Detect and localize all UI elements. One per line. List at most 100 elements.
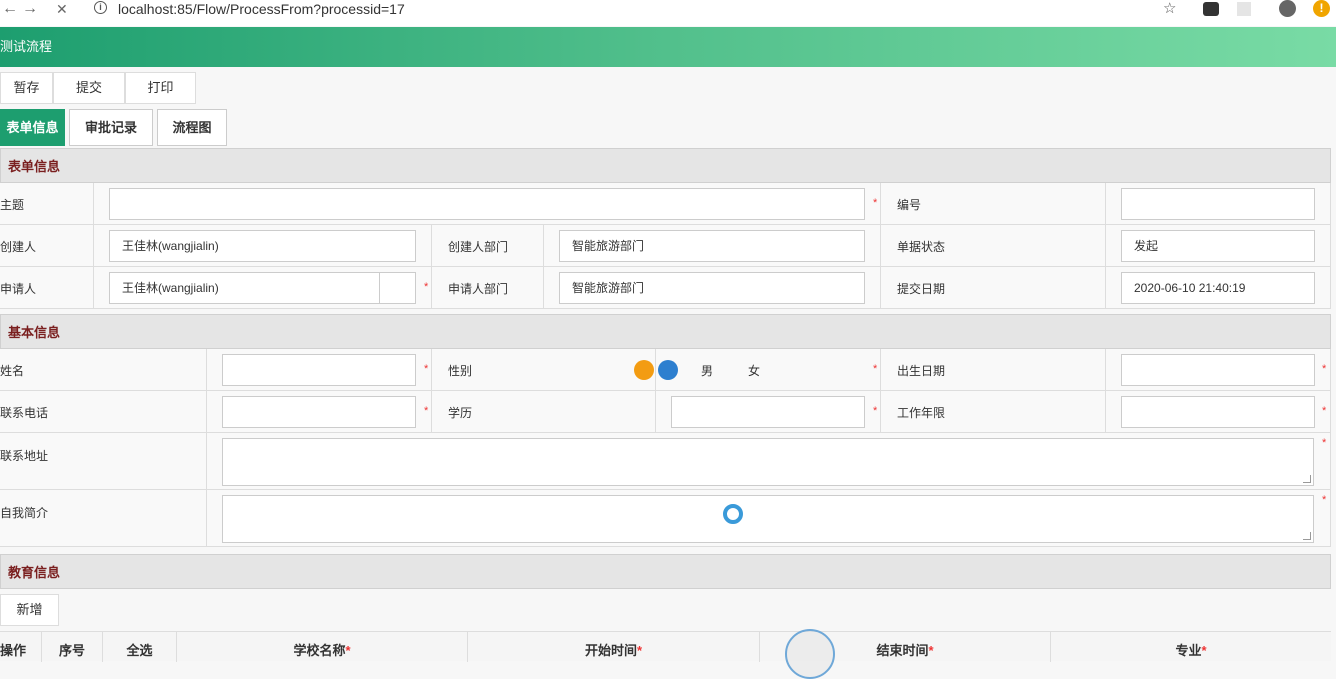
- required-mark: *: [1322, 494, 1327, 506]
- loading-spinner-icon: [723, 504, 743, 524]
- print-button[interactable]: 打印: [125, 72, 196, 104]
- save-draft-button[interactable]: 暂存: [0, 72, 53, 104]
- gender-female-option[interactable]: 女: [748, 362, 760, 379]
- back-icon[interactable]: ←: [2, 0, 18, 18]
- tab-form-info[interactable]: 表单信息: [0, 109, 65, 146]
- forward-icon[interactable]: →: [22, 0, 38, 18]
- label-cell: 单据状态: [880, 225, 1106, 266]
- creator-dept-input[interactable]: 智能旅游部门: [559, 230, 865, 262]
- required-mark: *: [1201, 643, 1207, 658]
- birth-date-label: 出生日期: [897, 364, 946, 378]
- section-title: 表单信息: [8, 159, 61, 174]
- tab-flowchart[interactable]: 流程图: [157, 109, 227, 146]
- number-label: 编号: [897, 198, 922, 212]
- resize-handle[interactable]: [1303, 532, 1311, 540]
- phone-input[interactable]: [222, 396, 416, 428]
- submit-date-input[interactable]: 2020-06-10 21:40:19: [1121, 272, 1315, 304]
- gender-male-option[interactable]: 男: [701, 362, 713, 379]
- label-cell: 申请人部门: [431, 267, 544, 308]
- label-cell: 创建人部门: [431, 225, 544, 266]
- applicant-picker-button[interactable]: [379, 272, 416, 304]
- label-cell: 主题: [0, 183, 94, 224]
- label-cell: 出生日期: [880, 349, 1106, 390]
- extension-icon[interactable]: [1203, 2, 1219, 16]
- label-cell: 学历: [431, 391, 656, 432]
- column-header-select-all[interactable]: 全选: [103, 632, 177, 662]
- doc-status-input[interactable]: 发起: [1121, 230, 1315, 262]
- required-mark: *: [1322, 437, 1327, 449]
- section-title: 基本信息: [8, 325, 61, 340]
- label-cell: 提交日期: [880, 267, 1106, 308]
- form-row-applicant: 申请人 王佳林(wangjialin) * 申请人部门 智能旅游部门 提交日期 …: [0, 267, 1331, 309]
- form-row-name: 姓名 * 性别 男 女 * 出生日期 *: [0, 349, 1331, 391]
- extension-icon-2[interactable]: [1237, 2, 1251, 16]
- tab-approval-records[interactable]: 审批记录: [69, 109, 153, 146]
- column-header-action: 操作: [0, 632, 42, 662]
- profile-avatar-icon[interactable]: [1279, 0, 1296, 17]
- address-textarea[interactable]: [222, 438, 1314, 486]
- subject-input[interactable]: [109, 188, 865, 220]
- submit-date-label: 提交日期: [897, 282, 946, 296]
- required-mark: *: [873, 405, 878, 417]
- applicant-input[interactable]: 王佳林(wangjialin): [109, 272, 380, 304]
- form-row-address: 联系地址 *: [0, 433, 1331, 490]
- phone-label: 联系电话: [0, 406, 49, 420]
- app-title-bar: 测试流程: [0, 27, 1336, 67]
- applicant-dept-input[interactable]: 智能旅游部门: [559, 272, 865, 304]
- intro-label: 自我简介: [0, 506, 49, 520]
- column-title: 专业: [1175, 643, 1202, 658]
- resize-handle[interactable]: [1303, 475, 1311, 483]
- required-mark: *: [873, 363, 878, 375]
- required-mark: *: [424, 405, 429, 417]
- column-title: 结束时间: [876, 643, 929, 658]
- name-input[interactable]: [222, 354, 416, 386]
- column-header-index: 序号: [42, 632, 103, 662]
- required-mark: *: [424, 281, 429, 293]
- applicant-label: 申请人: [0, 282, 37, 296]
- label-cell: 自我简介: [0, 490, 207, 546]
- creator-label: 创建人: [0, 240, 37, 254]
- subject-label: 主题: [0, 198, 25, 212]
- add-row-button[interactable]: 新增: [0, 594, 59, 626]
- education-input[interactable]: [671, 396, 865, 428]
- update-warning-icon[interactable]: !: [1313, 0, 1330, 17]
- loading-overlay-icon: [785, 629, 835, 679]
- bookmark-star-icon[interactable]: ☆: [1163, 0, 1176, 18]
- work-years-input[interactable]: [1121, 396, 1315, 428]
- loading-dot-blue: [658, 360, 678, 380]
- required-mark: *: [1322, 405, 1327, 417]
- column-header-start-time: 开始时间*: [468, 632, 760, 662]
- form-row-subject: 主题 * 编号: [0, 183, 1331, 225]
- intro-textarea[interactable]: [222, 495, 1314, 543]
- label-cell: 编号: [880, 183, 1106, 224]
- required-mark: *: [636, 643, 643, 658]
- required-mark: *: [345, 643, 351, 658]
- column-header-major: 专业*: [1051, 632, 1331, 662]
- stop-loading-icon[interactable]: ✕: [56, 0, 68, 18]
- education-grid-header: 操作 序号 全选 学校名称* 开始时间* 结束时间* 专业*: [0, 629, 1331, 679]
- loading-dot-orange: [634, 360, 654, 380]
- submit-button[interactable]: 提交: [53, 72, 125, 104]
- form-row-creator: 创建人 王佳林(wangjialin) 创建人部门 智能旅游部门 单据状态 发起: [0, 225, 1331, 267]
- label-cell: 联系地址: [0, 433, 207, 489]
- name-label: 姓名: [0, 364, 25, 378]
- section-header-basic-info: 基本信息: [0, 314, 1331, 349]
- label-cell: 姓名: [0, 349, 207, 390]
- site-info-icon[interactable]: i: [94, 1, 107, 14]
- label-cell: 工作年限: [880, 391, 1106, 432]
- creator-dept-label: 创建人部门: [448, 240, 509, 254]
- required-mark: *: [1322, 363, 1327, 375]
- column-header-school-name: 学校名称*: [177, 632, 468, 662]
- section-header-form-info: 表单信息: [0, 148, 1331, 183]
- work-years-label: 工作年限: [897, 406, 946, 420]
- creator-input[interactable]: 王佳林(wangjialin): [109, 230, 416, 262]
- address-label: 联系地址: [0, 449, 49, 463]
- column-title: 学校名称: [293, 643, 346, 658]
- address-bar[interactable]: localhost:85/Flow/ProcessFrom?processid=…: [118, 0, 405, 18]
- required-mark: *: [424, 363, 429, 375]
- form-row-intro: 自我简介 *: [0, 490, 1331, 547]
- birth-date-input[interactable]: [1121, 354, 1315, 386]
- applicant-dept-label: 申请人部门: [448, 282, 509, 296]
- number-input[interactable]: [1121, 188, 1315, 220]
- label-cell: 性别: [431, 349, 656, 390]
